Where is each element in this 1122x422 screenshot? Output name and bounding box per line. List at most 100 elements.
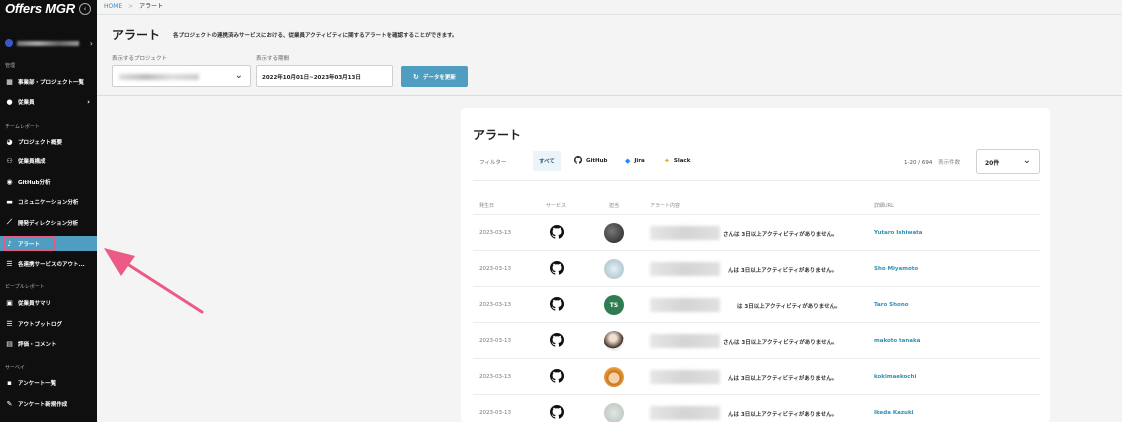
employee-name-redacted: [650, 334, 720, 348]
detail-link[interactable]: Yutaro Ishiwata: [874, 230, 923, 236]
per-page-select[interactable]: 20件 ⌄: [976, 149, 1040, 174]
avatar: [604, 331, 624, 351]
sidebar-item-employee-composition[interactable]: ⚇ 従業員構成: [0, 153, 97, 168]
breadcrumb-current: アラート: [139, 3, 164, 10]
avatar: [604, 367, 624, 387]
sidebar-item-survey-create[interactable]: ✎ アンケート新規作成: [0, 396, 97, 411]
sidebar-item-label: 従業員: [18, 99, 35, 106]
per-page-value: 20件: [985, 160, 1000, 167]
alert-date: 2023-03-13: [479, 302, 511, 308]
sidebar-item-label: アンケート一覧: [18, 380, 57, 387]
organization-switcher[interactable]: ›: [5, 38, 93, 48]
github-icon: [550, 225, 564, 239]
github-icon: [550, 405, 564, 419]
alert-date: 2023-03-13: [479, 338, 511, 344]
sidebar-item-employees[interactable]: ● 従業員 ›: [0, 94, 97, 109]
person-icon: ●: [6, 97, 13, 106]
alert-message: んは 3日以上アクティビティがありません。: [728, 268, 838, 274]
alerts-card: アラート フィルター すべて GitHub ◆ Jira ✦ Slack 1-2…: [461, 108, 1050, 422]
chevron-down-icon: ⌄: [234, 70, 243, 81]
list-icon: ☰: [6, 259, 13, 268]
sidebar-item-communication-analysis[interactable]: ▬ コミュニケーション分析: [0, 194, 97, 209]
collapse-sidebar-icon[interactable]: ‹: [79, 3, 91, 15]
sidebar-item-label: 従業員サマリ: [18, 300, 52, 307]
detail-link[interactable]: makoto tanaka: [874, 338, 920, 344]
divider: [473, 180, 1040, 181]
chevron-right-icon: ›: [87, 97, 90, 106]
column-header-service: サービス: [546, 203, 567, 209]
page-title: アラート: [112, 28, 161, 42]
people-icon: ⚇: [6, 156, 13, 165]
employee-name-redacted: [650, 298, 720, 312]
sidebar-item-label: アウトプットログ: [18, 321, 63, 328]
column-header-detail-url: 詳細URL: [874, 203, 894, 209]
detail-link[interactable]: Sho Miyamoto: [874, 266, 918, 272]
detail-link[interactable]: kokimaekochi: [874, 374, 916, 380]
sidebar-item-github-analysis[interactable]: ◉ GitHub分析: [0, 174, 97, 189]
github-icon: [550, 261, 564, 275]
sidebar-item-survey-list[interactable]: ▪ アンケート一覧: [0, 375, 97, 390]
employee-name-redacted: [650, 406, 720, 420]
filter-tab-jira[interactable]: ◆ Jira: [619, 151, 651, 171]
table-row: 2023-03-13 んは 3日以上アクティビティがありません。 kokimae…: [473, 358, 1040, 394]
github-icon: [550, 297, 564, 311]
sidebar-item-label: 各連携サービスのアウト...: [18, 261, 85, 268]
sidebar-item-evaluation[interactable]: ▤ 評価・コメント: [0, 336, 97, 351]
sidebar: Offers MGR ‹ › 管理 ▦ 事業部・プロジェクト一覧 ● 従業員 ›…: [0, 0, 97, 422]
column-header-assignee: 担当: [609, 203, 620, 209]
id-card-icon: ▣: [6, 298, 13, 307]
filter-tab-label: Slack: [673, 158, 691, 164]
organization-name-redacted: [17, 40, 79, 46]
sidebar-item-label: 事業部・プロジェクト一覧: [18, 79, 85, 86]
table-row: 2023-03-13 TS は 3日以上アクティビティがありません。 Taro …: [473, 286, 1040, 322]
table-header: 発生日 サービス 担当 アラート内容 詳細URL: [473, 196, 1040, 214]
project-name-redacted: [119, 74, 199, 80]
breadcrumb-separator: >: [128, 3, 134, 10]
sidebar-item-output-log[interactable]: ☰ アウトプットログ: [0, 316, 97, 331]
filter-tab-all[interactable]: すべて: [533, 151, 561, 171]
refresh-data-button[interactable]: ↻ データを更新: [401, 66, 468, 87]
filter-tab-label: GitHub: [586, 158, 608, 164]
employee-name-redacted: [650, 226, 720, 240]
sidebar-item-projects[interactable]: ▦ 事業部・プロジェクト一覧: [0, 74, 97, 89]
building-icon: ▦: [6, 77, 13, 86]
section-title-management: 管理: [5, 63, 16, 69]
filter-tab-github[interactable]: GitHub: [568, 151, 613, 171]
project-select-label: 表示するプロジェクト: [112, 56, 168, 62]
chevron-right-icon: ›: [89, 38, 93, 48]
table-row: 2023-03-13 さんは 3日以上アクティビティがありません。 Yutaro…: [473, 214, 1040, 250]
filter-tab-slack[interactable]: ✦ Slack: [658, 151, 696, 171]
alert-date: 2023-03-13: [479, 374, 511, 380]
alert-date: 2023-03-13: [479, 410, 511, 416]
sidebar-item-service-output[interactable]: ☰ 各連携サービスのアウト...: [0, 256, 97, 271]
alert-message: さんは 3日以上アクティビティがありません。: [723, 232, 838, 238]
sidebar-item-label: GitHub分析: [18, 179, 51, 186]
pagination-info: 1-20 / 694 表示件数: [904, 158, 960, 166]
detail-link[interactable]: Ikeda Kazuki: [874, 410, 913, 416]
refresh-icon: ↻: [413, 72, 419, 81]
alert-date: 2023-03-13: [479, 266, 511, 272]
column-header-date: 発生日: [479, 203, 495, 209]
sidebar-item-label: アンケート新規作成: [18, 401, 68, 408]
detail-link[interactable]: Taro Shono: [874, 302, 909, 308]
edit-icon: ✎: [6, 399, 13, 408]
sidebar-item-project-overview[interactable]: ◕ プロジェクト概要: [0, 134, 97, 149]
breadcrumb-home-link[interactable]: HOME: [104, 3, 122, 10]
period-date-range-input[interactable]: 2022年10月01日~2023年03月13日: [256, 65, 393, 87]
breadcrumb: HOME > アラート: [104, 1, 163, 10]
slack-icon: ✦: [664, 157, 670, 165]
alert-date: 2023-03-13: [479, 230, 511, 236]
list-icon: ☰: [6, 319, 13, 328]
column-header-alert-content: アラート内容: [650, 203, 681, 209]
project-select[interactable]: ⌄: [112, 65, 251, 87]
table-row: 2023-03-13 んは 3日以上アクティビティがありません。 Ikeda K…: [473, 394, 1040, 422]
sidebar-item-label: 従業員構成: [18, 158, 46, 165]
sidebar-item-direction-analysis[interactable]: ⟋ 開発ディレクション分析: [0, 215, 97, 230]
pie-chart-icon: ◕: [6, 137, 13, 146]
refresh-button-label: データを更新: [422, 74, 456, 81]
chat-icon: ▬: [6, 197, 13, 206]
avatar: [604, 223, 624, 243]
sidebar-item-employee-summary[interactable]: ▣ 従業員サマリ: [0, 295, 97, 310]
filter-label: フィルター: [479, 160, 507, 166]
avatar-initials: TS: [604, 295, 624, 315]
